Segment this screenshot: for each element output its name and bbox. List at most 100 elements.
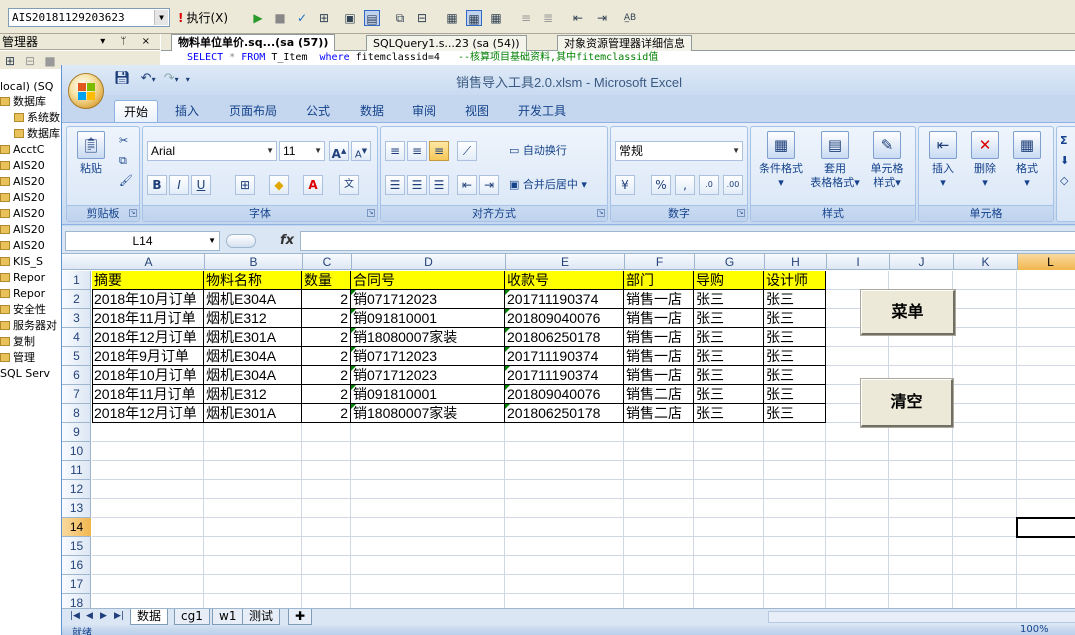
table-cell[interactable]: 销091810001 bbox=[351, 385, 505, 404]
database-select[interactable]: AIS20181129203623 ▼ bbox=[8, 8, 170, 27]
table-header-cell[interactable]: 数量 bbox=[302, 271, 351, 290]
table-cell[interactable]: 张三 bbox=[694, 309, 764, 328]
row-header[interactable]: 1 bbox=[62, 271, 91, 290]
tab-review[interactable]: 审阅 bbox=[403, 100, 445, 122]
tree-item[interactable]: 数据库 bbox=[0, 94, 46, 110]
stop-icon[interactable]: ■ bbox=[272, 10, 288, 26]
tree-item[interactable]: KIS_S bbox=[0, 254, 43, 270]
align-middle-icon[interactable]: ≡ bbox=[407, 141, 427, 161]
row-header[interactable]: 4 bbox=[62, 328, 91, 347]
column-header[interactable]: D bbox=[352, 254, 506, 270]
autosum-icon[interactable]: Σ bbox=[1060, 131, 1068, 151]
last-sheet-icon[interactable]: ▶| bbox=[114, 611, 124, 621]
table-cell[interactable]: 销091810001 bbox=[351, 309, 505, 328]
actual-plan-icon[interactable]: ▦ bbox=[466, 10, 482, 26]
include-plan-icon[interactable]: ⊟ bbox=[414, 10, 430, 26]
insert-function-button[interactable]: fx bbox=[222, 231, 298, 251]
table-cell[interactable]: 张三 bbox=[764, 404, 826, 423]
table-cell[interactable]: 2 bbox=[302, 385, 351, 404]
redo-icon[interactable]: ↷ bbox=[164, 71, 175, 86]
align-center-icon[interactable]: ☰ bbox=[407, 175, 427, 195]
tree-item[interactable]: 系统数 bbox=[14, 110, 60, 126]
tree-item[interactable]: 数据库 bbox=[14, 126, 60, 142]
table-cell[interactable]: 烟机E304A bbox=[204, 290, 302, 309]
row-header[interactable]: 17 bbox=[62, 575, 91, 594]
table-cell[interactable]: 张三 bbox=[694, 366, 764, 385]
orientation-icon[interactable]: ⟋ bbox=[457, 141, 477, 161]
grow-font-icon[interactable]: A▲ bbox=[329, 141, 349, 161]
tree-item[interactable]: AIS20 bbox=[0, 174, 45, 190]
customize-qat-icon[interactable]: ▾ bbox=[186, 75, 190, 84]
tree-item[interactable]: AIS20 bbox=[0, 222, 45, 238]
column-header[interactable]: B bbox=[205, 254, 303, 270]
copy-icon[interactable]: ⧉ bbox=[119, 151, 127, 171]
paste-button[interactable]: 📋︎ 粘贴 bbox=[73, 131, 109, 176]
table-header-cell[interactable]: 合同号 bbox=[351, 271, 505, 290]
align-right-icon[interactable]: ☰ bbox=[429, 175, 449, 195]
accounting-format-icon[interactable]: ¥ bbox=[615, 175, 635, 195]
table-cell[interactable]: 销071712023 bbox=[351, 347, 505, 366]
row-header[interactable]: 11 bbox=[62, 461, 91, 480]
dialog-launcher-icon[interactable]: ↘ bbox=[737, 209, 745, 217]
query-design-icon[interactable]: ⊞ bbox=[316, 10, 332, 26]
estimated-plan-icon[interactable]: ⧉ bbox=[392, 10, 408, 26]
tab-developer[interactable]: 开发工具 bbox=[509, 100, 575, 122]
table-cell[interactable]: 201809040076 bbox=[505, 309, 624, 328]
table-cell[interactable]: 201806250178 bbox=[505, 328, 624, 347]
table-header-cell[interactable]: 摘要 bbox=[92, 271, 204, 290]
client-stats-icon[interactable]: ▦ bbox=[488, 10, 504, 26]
dialog-launcher-icon[interactable]: ↘ bbox=[129, 209, 137, 217]
table-cell[interactable]: 销售二店 bbox=[624, 385, 694, 404]
tree-item[interactable]: AIS20 bbox=[0, 238, 45, 254]
column-header[interactable]: I bbox=[827, 254, 890, 270]
tree-item[interactable]: AIS20 bbox=[0, 158, 45, 174]
panel-controls[interactable]: ▾ ᛘ × bbox=[100, 34, 156, 50]
table-cell[interactable]: 销售一店 bbox=[624, 347, 694, 366]
prev-sheet-icon[interactable]: ◀ bbox=[86, 611, 93, 621]
table-cell[interactable]: 烟机E301A bbox=[204, 404, 302, 423]
table-cell[interactable]: 张三 bbox=[694, 328, 764, 347]
results-icon[interactable]: ▣ bbox=[342, 10, 358, 26]
clear-button[interactable]: 清空 bbox=[860, 378, 954, 428]
fill-color-icon[interactable]: ◆ bbox=[269, 175, 289, 195]
table-cell[interactable]: 销071712023 bbox=[351, 366, 505, 385]
column-header[interactable]: C bbox=[303, 254, 352, 270]
align-bottom-icon[interactable]: ≡ bbox=[429, 141, 449, 161]
doc-tab-query1[interactable]: 物料单位单价.sq...(sa (57)) bbox=[171, 34, 336, 51]
cut-icon[interactable]: ✂ bbox=[119, 131, 128, 151]
column-header[interactable]: L bbox=[1018, 254, 1075, 270]
table-cell[interactable]: 张三 bbox=[764, 309, 826, 328]
tree-item[interactable]: Repor bbox=[0, 286, 45, 302]
table-cell[interactable]: 张三 bbox=[694, 404, 764, 423]
borders-icon[interactable]: ⊞ bbox=[235, 175, 255, 195]
format-cells-button[interactable]: ▦ 格式 ▾ bbox=[1007, 131, 1047, 190]
disconnect-icon[interactable]: ⊟ bbox=[22, 53, 38, 69]
table-cell[interactable]: 2 bbox=[302, 404, 351, 423]
horizontal-scrollbar[interactable] bbox=[768, 611, 1075, 623]
active-cell[interactable] bbox=[1016, 517, 1075, 538]
italic-icon[interactable]: I bbox=[169, 175, 189, 195]
column-header[interactable]: G bbox=[695, 254, 765, 270]
sheet-tab-w1[interactable]: w1 bbox=[212, 609, 244, 625]
new-sheet-icon[interactable]: ✚ bbox=[288, 609, 313, 625]
table-cell[interactable]: 2018年10月订单 bbox=[92, 366, 204, 385]
first-sheet-icon[interactable]: |◀ bbox=[70, 611, 80, 621]
row-header[interactable]: 18 bbox=[62, 594, 91, 608]
increase-indent-icon[interactable]: ⇥ bbox=[479, 175, 499, 195]
tab-data[interactable]: 数据 bbox=[351, 100, 393, 122]
table-cell[interactable]: 销071712023 bbox=[351, 290, 505, 309]
save-icon[interactable]: 💾︎ bbox=[114, 71, 131, 86]
row-header[interactable]: 16 bbox=[62, 556, 91, 575]
next-sheet-icon[interactable]: ▶ bbox=[100, 611, 107, 621]
table-cell[interactable]: 2 bbox=[302, 347, 351, 366]
cell-styles-button[interactable]: ✎ 单元格 样式▾ bbox=[861, 131, 913, 190]
formula-bar-resize-icon[interactable] bbox=[226, 234, 256, 248]
table-cell[interactable]: 2018年11月订单 bbox=[92, 385, 204, 404]
bold-icon[interactable]: B bbox=[147, 175, 167, 195]
format-painter-icon[interactable]: 🖌︎ bbox=[119, 171, 133, 191]
percent-icon[interactable]: % bbox=[651, 175, 671, 195]
table-cell[interactable]: 2018年12月订单 bbox=[92, 328, 204, 347]
stop-icon[interactable]: ■ bbox=[42, 53, 58, 69]
table-cell[interactable]: 销18080007家装 bbox=[351, 328, 505, 347]
tab-view[interactable]: 视图 bbox=[456, 100, 498, 122]
